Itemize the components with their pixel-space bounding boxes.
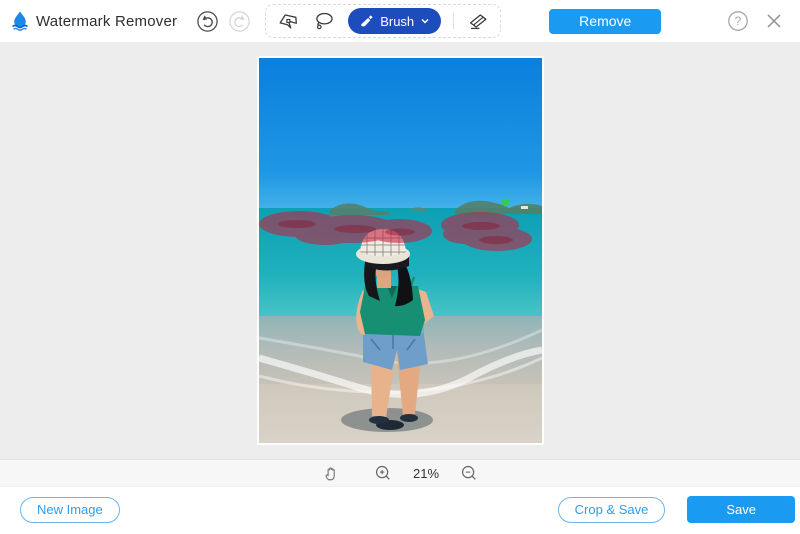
photo-sky: [259, 58, 542, 211]
lasso-tool-button[interactable]: [312, 9, 336, 33]
help-icon: ?: [727, 10, 749, 32]
save-button[interactable]: Save: [687, 496, 795, 523]
history-buttons: [195, 9, 251, 33]
toolbar-divider: [453, 13, 454, 29]
paint-brush-icon: [359, 14, 374, 29]
zoom-out-button[interactable]: [457, 461, 481, 485]
app-logo-icon: [8, 9, 32, 33]
polygon-lasso-tool-button[interactable]: [276, 9, 300, 33]
magnifier-minus-icon: [460, 464, 478, 482]
footer-bar: New Image Crop & Save Save: [0, 487, 800, 532]
app-title: Watermark Remover: [36, 13, 177, 30]
header-right-controls: ?: [726, 9, 800, 33]
help-button[interactable]: ?: [726, 9, 750, 33]
header-toolbar: Watermark Remover: [0, 0, 800, 43]
redo-button[interactable]: [227, 9, 251, 33]
photo-with-mask[interactable]: [259, 58, 542, 443]
undo-button[interactable]: [195, 9, 219, 33]
eraser-tool-button[interactable]: [466, 9, 490, 33]
brush-label: Brush: [380, 14, 414, 29]
close-icon: [764, 11, 784, 31]
undo-icon: [196, 10, 219, 33]
zoom-in-button[interactable]: [371, 461, 395, 485]
hand-icon: [322, 464, 340, 482]
zoom-level-value: 21%: [413, 466, 439, 481]
eraser-icon: [466, 9, 490, 34]
svg-text:?: ?: [735, 14, 742, 28]
editor-canvas[interactable]: [0, 43, 800, 459]
remove-button[interactable]: Remove: [549, 9, 661, 34]
new-image-button[interactable]: New Image: [20, 497, 120, 523]
brush-tool-dropdown[interactable]: Brush: [348, 8, 441, 34]
chevron-down-icon: [420, 16, 430, 26]
polygon-lasso-icon: [276, 8, 300, 34]
zoom-controls-bar: 21%: [0, 459, 800, 487]
crop-and-save-button[interactable]: Crop & Save: [558, 497, 666, 523]
pan-tool-button[interactable]: [319, 461, 343, 485]
lasso-icon: [312, 8, 336, 34]
close-button[interactable]: [762, 9, 786, 33]
magnifier-plus-icon: [374, 464, 392, 482]
selection-tools-group: Brush: [265, 4, 501, 38]
footer-right-buttons: Crop & Save Save: [558, 496, 795, 523]
redo-icon: [228, 10, 251, 33]
